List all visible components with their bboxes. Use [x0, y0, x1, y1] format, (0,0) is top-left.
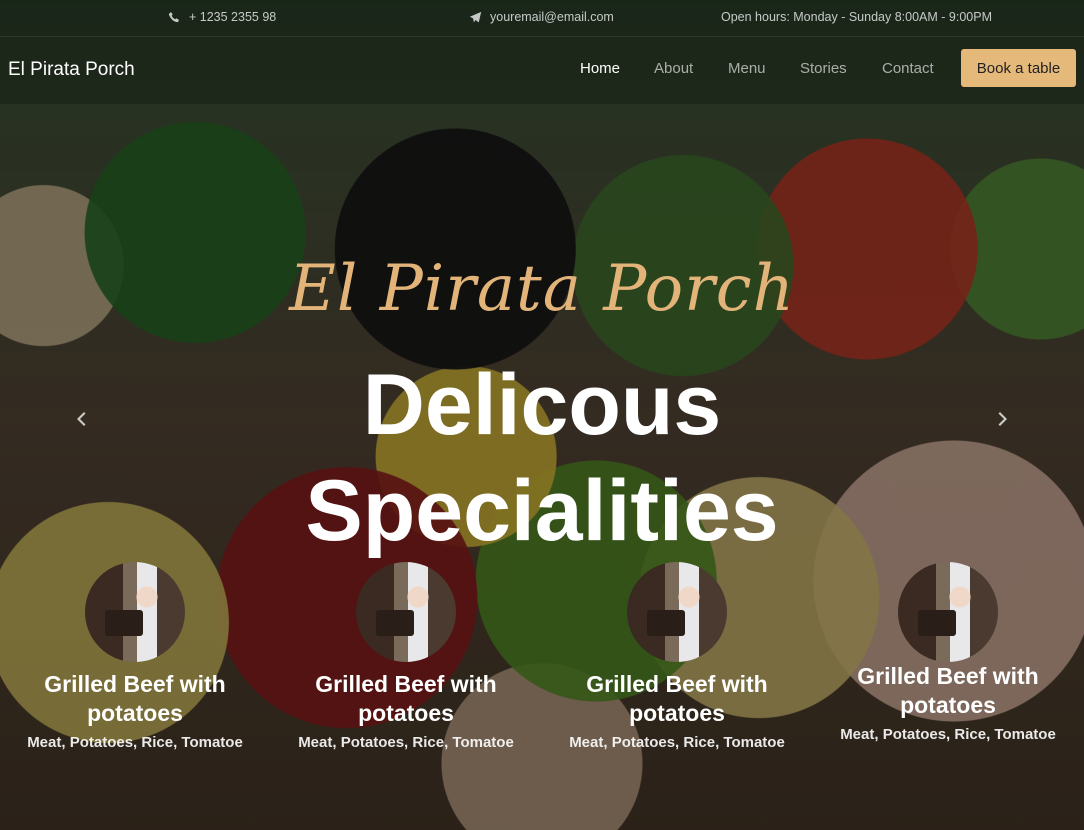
card-subtitle: Meat, Potatoes, Rice, Tomatoe [840, 726, 1056, 743]
card-subtitle: Meat, Potatoes, Rice, Tomatoe [298, 734, 514, 751]
chevron-left-icon [77, 412, 86, 426]
carousel-next-button[interactable] [988, 404, 1018, 434]
card-title: Grilled Beef with potatoes [586, 671, 768, 726]
carousel-prev-button[interactable] [66, 404, 96, 434]
nav-home[interactable]: Home [580, 60, 620, 77]
menu-card[interactable]: Grilled Beef with potatoes Meat, Potatoe… [813, 562, 1083, 743]
hero-headline: Delicous Specialities [0, 352, 1084, 564]
paper-plane-icon [469, 11, 482, 22]
nav-about[interactable]: About [654, 60, 693, 77]
menu-card[interactable]: Grilled Beef with potatoes Meat, Potatoe… [542, 562, 812, 751]
opening-hours: Open hours: Monday - Sunday 8:00AM - 9:0… [721, 10, 992, 24]
nav-menu[interactable]: Menu [728, 60, 766, 77]
card-avatar [85, 562, 185, 662]
hero-headline-line2: Specialities [305, 463, 779, 559]
phone-number: + 1235 2355 98 [189, 10, 277, 24]
card-subtitle: Meat, Potatoes, Rice, Tomatoe [27, 734, 243, 751]
card-title: Grilled Beef with potatoes [315, 671, 497, 726]
hero-headline-line1: Delicous [362, 357, 722, 453]
brand-logo[interactable]: El Pirata Porch [8, 59, 135, 81]
card-avatar [627, 562, 727, 662]
book-table-button[interactable]: Book a table [961, 49, 1076, 87]
phone-icon [168, 11, 179, 22]
chevron-right-icon [998, 412, 1007, 426]
card-avatar [898, 562, 998, 662]
menu-card[interactable]: Grilled Beef with potatoes Meat, Potatoe… [0, 562, 270, 751]
main-navbar: El Pirata Porch Home About Menu Stories … [0, 36, 1084, 104]
nav-contact[interactable]: Contact [882, 60, 934, 77]
email-address: youremail@email.com [490, 10, 614, 24]
phone-info[interactable]: + 1235 2355 98 [168, 10, 276, 24]
card-subtitle: Meat, Potatoes, Rice, Tomatoe [569, 734, 785, 751]
top-info-bar: + 1235 2355 98 youremail@email.com Open … [0, 0, 1084, 37]
opening-hours-text: Open hours: Monday - Sunday 8:00AM - 9:0… [721, 10, 992, 24]
menu-card[interactable]: Grilled Beef with potatoes Meat, Potatoe… [271, 562, 541, 751]
card-title: Grilled Beef with potatoes [857, 663, 1039, 718]
card-avatar [356, 562, 456, 662]
nav-stories[interactable]: Stories [800, 60, 847, 77]
email-info[interactable]: youremail@email.com [469, 10, 614, 24]
card-title: Grilled Beef with potatoes [44, 671, 226, 726]
hero-script-title: El Pirata Porch [289, 252, 795, 326]
